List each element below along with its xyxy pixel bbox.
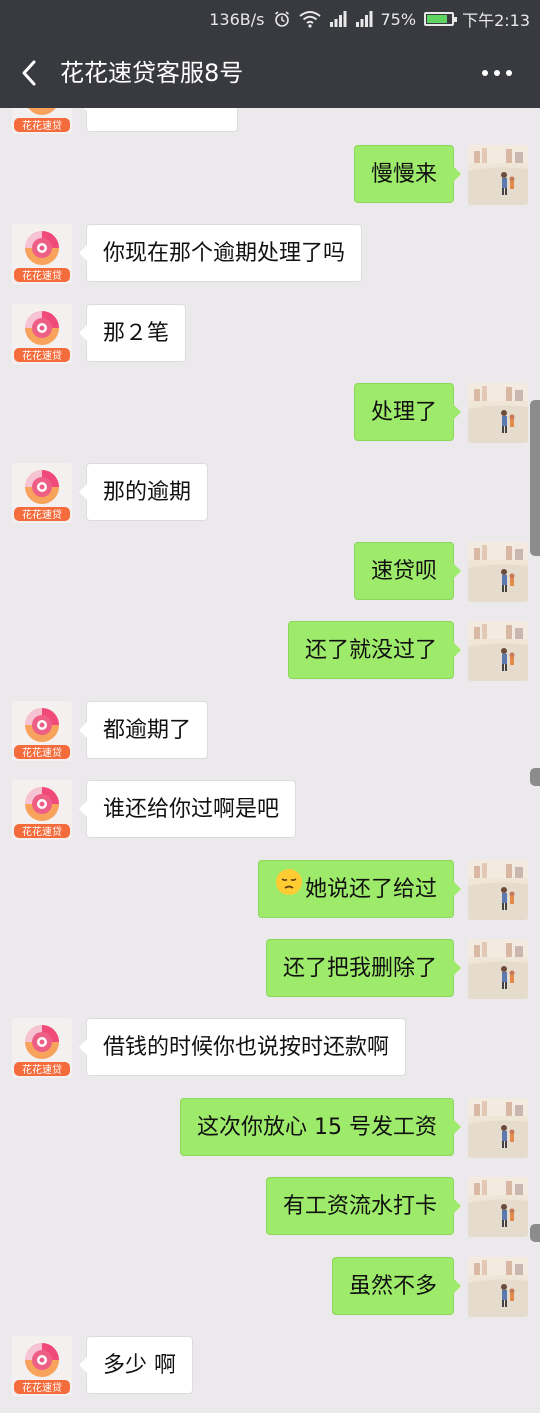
message-text: 处理了 — [370, 400, 437, 425]
message-text: 都逾期了 — [103, 718, 192, 743]
pensive-face-icon — [275, 861, 303, 919]
scroll-edge-marker — [530, 768, 540, 786]
title-bar: 花花速贷客服8号 — [0, 38, 540, 108]
huahua-logo-icon: 花花速贷 — [12, 701, 72, 761]
user-avatar[interactable] — [468, 1257, 528, 1317]
battery-fill — [427, 15, 447, 23]
message-text: 那２笔 — [103, 321, 170, 346]
status-bar: 136B/s 75% 下午2:13 — [0, 0, 540, 38]
chat-area[interactable]: 花花速贷 慢慢来 花花速贷 你现在那个逾期处理了吗 花花速贷 那２笔 处理了 花花速贷 那的逾… — [0, 108, 540, 1413]
avatar-label: 花花速贷 — [22, 119, 62, 132]
avatar-label: 花花速贷 — [22, 349, 62, 362]
scroll-edge-marker — [530, 1224, 540, 1242]
alarm-icon — [273, 10, 291, 28]
message-text: 速贷呗 — [370, 559, 437, 584]
scrollbar[interactable] — [530, 400, 540, 556]
huahua-logo-icon: 花花速贷 — [12, 108, 72, 134]
network-speed: 136B/s — [209, 9, 265, 29]
user-avatar[interactable] — [468, 1098, 528, 1158]
clock: 下午2:13 — [462, 11, 530, 30]
message-bubble[interactable]: 还了就没过了 — [287, 621, 462, 679]
user-photo-icon — [468, 939, 528, 999]
huahua-logo-icon: 花花速贷 — [12, 304, 72, 364]
message-bubble[interactable]: 有工资流水打卡 — [265, 1177, 462, 1235]
message-bubble[interactable]: 那２笔 — [78, 304, 187, 362]
signal-icon-2 — [355, 10, 373, 28]
message-bubble[interactable]: 还了把我删除了 — [265, 939, 462, 997]
agent-avatar[interactable]: 花花速贷 — [12, 1018, 72, 1078]
message-bubble[interactable]: 慢慢来 — [353, 145, 462, 203]
user-avatar[interactable] — [468, 939, 528, 999]
back-button[interactable] — [14, 56, 46, 90]
avatar-label: 花花速贷 — [22, 508, 62, 521]
huahua-logo-icon: 花花速贷 — [12, 224, 72, 284]
more-dots-icon — [482, 70, 512, 76]
message-bubble[interactable]: 那的逾期 — [78, 463, 209, 521]
user-photo-icon — [468, 860, 528, 920]
avatar-label: 花花速贷 — [22, 1063, 62, 1076]
battery-nub — [454, 17, 458, 22]
message-bubble[interactable]: 虽然不多 — [331, 1257, 462, 1315]
huahua-logo-icon: 花花速贷 — [12, 1018, 72, 1078]
avatar-label: 花花速贷 — [22, 269, 62, 282]
agent-avatar[interactable]: 花花速贷 — [12, 108, 72, 134]
avatar-label: 花花速贷 — [22, 825, 62, 838]
message-bubble[interactable]: 谁还给你过啊是吧 — [78, 780, 297, 838]
battery-percent: 75% — [380, 9, 417, 29]
message-bubble[interactable]: 她说还了给过 — [257, 860, 462, 919]
agent-avatar[interactable]: 花花速贷 — [12, 780, 72, 840]
chat-title: 花花速贷客服8号 — [60, 59, 244, 87]
agent-avatar[interactable]: 花花速贷 — [12, 304, 72, 364]
user-photo-icon — [468, 1177, 528, 1237]
huahua-logo-icon: 花花速贷 — [12, 780, 72, 840]
wifi-icon — [298, 10, 321, 28]
signal-icon — [329, 10, 347, 28]
message-bubble[interactable]: 借钱的时候你也说按时还款啊 — [78, 1018, 407, 1076]
agent-avatar[interactable]: 花花速贷 — [12, 701, 72, 761]
avatar-label: 花花速贷 — [22, 1381, 62, 1394]
message-text: 借钱的时候你也说按时还款啊 — [103, 1035, 390, 1060]
user-avatar[interactable] — [468, 621, 528, 681]
status-icons: 136B/s 75% 下午2:13 — [209, 0, 530, 38]
message-text: 多少 啊 — [103, 1353, 176, 1378]
user-photo-icon — [468, 145, 528, 205]
message-text: 这次你放心 15 号发工资 — [197, 1115, 437, 1140]
user-avatar[interactable] — [468, 145, 528, 205]
huahua-logo-icon: 花花速贷 — [12, 1336, 72, 1396]
battery-icon — [424, 12, 458, 26]
message-text: 虽然不多 — [348, 1274, 437, 1299]
user-avatar[interactable] — [468, 542, 528, 602]
message-bubble[interactable]: 处理了 — [353, 383, 462, 441]
message-text: 还了把我删除了 — [282, 956, 437, 981]
agent-avatar[interactable]: 花花速贷 — [12, 224, 72, 284]
avatar-label: 花花速贷 — [22, 746, 62, 759]
user-photo-icon — [468, 1257, 528, 1317]
message-bubble[interactable]: 你现在那个逾期处理了吗 — [78, 224, 363, 282]
partial-bubble — [79, 108, 238, 132]
message-text: 你现在那个逾期处理了吗 — [103, 241, 346, 266]
message-text: 谁还给你过啊是吧 — [103, 797, 280, 822]
user-avatar[interactable] — [468, 860, 528, 920]
agent-avatar[interactable]: 花花速贷 — [12, 463, 72, 523]
message-bubble[interactable]: 都逾期了 — [78, 701, 209, 759]
user-photo-icon — [468, 621, 528, 681]
user-avatar[interactable] — [468, 1177, 528, 1237]
more-button[interactable] — [480, 62, 514, 84]
message-bubble[interactable]: 这次你放心 15 号发工资 — [180, 1098, 461, 1156]
user-photo-icon — [468, 383, 528, 443]
message-text: 慢慢来 — [370, 162, 437, 187]
chevron-left-icon — [22, 60, 36, 86]
huahua-logo-icon: 花花速贷 — [12, 463, 72, 523]
message-text: 还了就没过了 — [304, 638, 437, 663]
user-photo-icon — [468, 1098, 528, 1158]
message-bubble[interactable]: 多少 啊 — [79, 1336, 193, 1394]
agent-avatar[interactable]: 花花速贷 — [12, 1336, 72, 1396]
message-text: 她说还了给过 — [304, 877, 437, 902]
user-photo-icon — [468, 542, 528, 602]
message-bubble[interactable]: 速贷呗 — [353, 542, 462, 600]
message-text: 那的逾期 — [103, 480, 192, 505]
user-avatar[interactable] — [468, 383, 528, 443]
message-text: 有工资流水打卡 — [282, 1194, 437, 1219]
